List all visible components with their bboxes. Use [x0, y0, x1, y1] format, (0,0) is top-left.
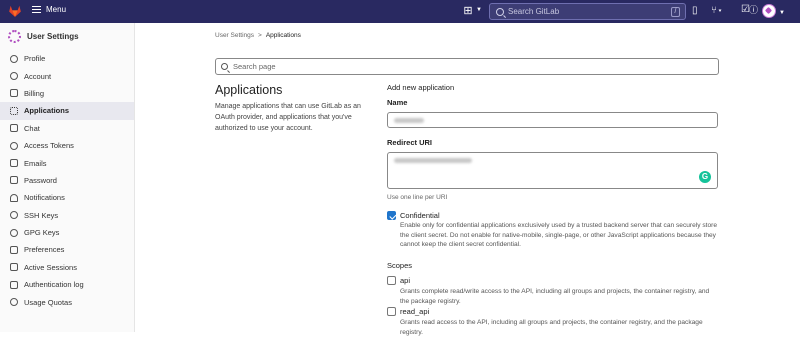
sidebar-item-label: Profile: [24, 54, 46, 64]
sidebar-item-authentication-log[interactable]: Authentication log: [0, 276, 134, 293]
sidebar-item-label: Emails: [24, 158, 47, 168]
main-content: User Settings > Applications Application…: [135, 23, 800, 336]
sidebar-item-gpg-keys[interactable]: GPG Keys: [0, 224, 134, 241]
avatar-chevron-icon[interactable]: ▼: [779, 7, 785, 19]
sidebar-item-label: Account: [24, 71, 52, 81]
sidebar-header[interactable]: User Settings: [8, 30, 79, 43]
gitlab-logo-icon[interactable]: [8, 4, 22, 18]
scope-read-api-label[interactable]: read_api: [400, 307, 429, 316]
sidebar-item-label: GPG Keys: [24, 228, 60, 238]
confidential-checkbox[interactable]: [387, 211, 396, 220]
blurred-redirect-value: [394, 158, 472, 163]
sidebar-item-label: Authentication log: [24, 280, 84, 290]
sidebar-item-billing[interactable]: Billing: [0, 85, 134, 102]
sidebar-item-profile[interactable]: Profile: [0, 50, 134, 67]
key-icon: [10, 211, 18, 220]
grammarly-icon[interactable]: G: [699, 171, 711, 183]
bell-icon: [10, 193, 18, 202]
redirect-uri-help: Use one line per URI: [387, 194, 448, 201]
sidebar-item-label: Access Tokens: [24, 141, 74, 151]
sidebar-item-label: Password: [24, 175, 57, 185]
sidebar-item-notifications[interactable]: Notifications: [0, 189, 134, 206]
sidebar-title: User Settings: [27, 32, 79, 41]
quota-icon: [10, 298, 18, 307]
sidebar-item-label: Active Sessions: [24, 262, 77, 272]
issues-icon[interactable]: ▯: [692, 5, 698, 17]
billing-icon: [10, 89, 18, 98]
user-avatar-icon: [8, 30, 21, 43]
name-label: Name: [387, 98, 408, 107]
settings-sidebar: User Settings Profile Account Billing Ap…: [0, 23, 135, 332]
search-shortcut-hint: /: [671, 7, 680, 17]
search-icon: [496, 7, 504, 16]
redirect-uri-field[interactable]: G: [387, 152, 718, 189]
sidebar-item-label: Chat: [24, 123, 40, 133]
sidebar-item-label: Notifications: [24, 193, 65, 203]
sidebar-item-emails[interactable]: Emails: [0, 154, 134, 171]
sidebar-item-password[interactable]: Password: [0, 172, 134, 189]
sidebar-item-label: Applications: [24, 106, 70, 116]
confidential-label[interactable]: Confidential: [400, 211, 440, 220]
profile-icon: [10, 54, 18, 63]
account-icon: [10, 72, 18, 81]
sessions-icon: [10, 263, 18, 272]
sidebar-item-chat[interactable]: Chat: [0, 120, 134, 137]
sidebar-item-access-tokens[interactable]: Access Tokens: [0, 137, 134, 154]
global-search[interactable]: /: [489, 3, 686, 20]
redirect-uri-label: Redirect URI: [387, 138, 433, 147]
page-description: Manage applications that can use GitLab …: [215, 103, 361, 132]
scope-api-description: Grants complete read/write access to the…: [400, 288, 710, 305]
scope-api-label[interactable]: api: [400, 276, 410, 285]
sidebar-item-label: Usage Quotas: [24, 297, 72, 307]
search-page-box[interactable]: [215, 58, 719, 75]
sidebar-item-ssh-keys[interactable]: SSH Keys: [0, 207, 134, 224]
log-icon: [10, 280, 18, 289]
breadcrumb-separator: >: [258, 32, 262, 39]
search-icon: [221, 63, 228, 70]
sidebar-item-label: SSH Keys: [24, 210, 59, 220]
token-icon: [10, 141, 18, 150]
sidebar-item-preferences[interactable]: Preferences: [0, 241, 134, 258]
sidebar-item-applications[interactable]: Applications: [0, 102, 134, 120]
menu-button[interactable]: Menu: [32, 5, 66, 14]
help-menu-icon[interactable]: ⓘ: [749, 4, 758, 16]
sidebar-nav: Profile Account Billing Applications Cha…: [0, 50, 134, 311]
breadcrumb-current: Applications: [265, 32, 301, 39]
menu-label: Menu: [46, 5, 67, 14]
sidebar-item-usage-quotas[interactable]: Usage Quotas: [0, 293, 134, 310]
sidebar-item-active-sessions[interactable]: Active Sessions: [0, 259, 134, 276]
search-page-input[interactable]: [233, 62, 633, 71]
top-navbar: Menu ⊞ ▼ / ▯ ⑂▾ ☑ ? ⓘ ▼: [0, 0, 800, 23]
scope-read-api-description: Grants read access to the API, including…: [400, 319, 703, 336]
form-title: Add new application: [387, 83, 455, 92]
blurred-name-value: [394, 118, 424, 123]
confidential-description: Enable only for confidential application…: [400, 222, 718, 249]
breadcrumb-parent[interactable]: User Settings: [215, 32, 254, 39]
breadcrumb: User Settings > Applications: [215, 32, 301, 39]
sidebar-item-label: Billing: [24, 88, 45, 98]
avatar[interactable]: [762, 4, 776, 18]
page-title: Applications: [215, 83, 283, 97]
preferences-icon: [10, 245, 18, 254]
name-field[interactable]: [387, 112, 718, 128]
scope-api-checkbox[interactable]: [387, 276, 396, 285]
key-icon: [10, 228, 18, 237]
scope-read-api-checkbox[interactable]: [387, 307, 396, 316]
scopes-label: Scopes: [387, 261, 413, 270]
chevron-down-icon[interactable]: ▼: [476, 7, 482, 13]
sidebar-item-label: Preferences: [24, 245, 65, 255]
plus-square-icon[interactable]: ⊞: [462, 5, 474, 17]
applications-icon: [10, 106, 18, 115]
search-input[interactable]: [508, 7, 658, 16]
hamburger-icon: [32, 6, 41, 13]
sidebar-item-account[interactable]: Account: [0, 67, 134, 84]
merge-request-icon[interactable]: ⑂▾: [711, 5, 723, 17]
chat-icon: [10, 124, 18, 133]
lock-icon: [10, 176, 18, 185]
email-icon: [10, 159, 18, 168]
